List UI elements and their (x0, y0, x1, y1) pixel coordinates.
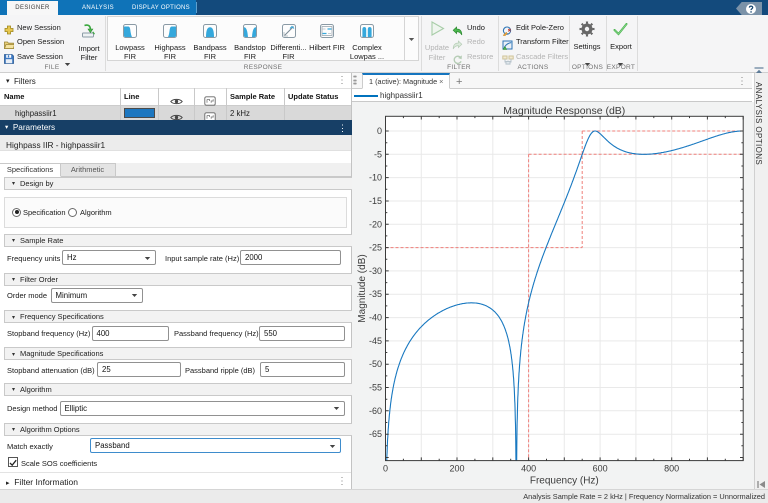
svg-text:-50: -50 (369, 359, 382, 369)
svg-text:400: 400 (521, 464, 536, 474)
svg-text:-55: -55 (369, 383, 382, 393)
svg-text:200: 200 (449, 464, 464, 474)
svg-text:0: 0 (377, 126, 382, 136)
svg-text:-45: -45 (369, 336, 382, 346)
svg-text:800: 800 (664, 464, 679, 474)
svg-text:-30: -30 (369, 266, 382, 276)
svg-text:-65: -65 (369, 429, 382, 439)
svg-text:Frequency (Hz): Frequency (Hz) (530, 476, 599, 487)
svg-text:-10: -10 (369, 173, 382, 183)
svg-text:-5: -5 (374, 149, 382, 159)
svg-text:0: 0 (383, 464, 388, 474)
svg-text:-25: -25 (369, 243, 382, 253)
svg-text:-40: -40 (369, 313, 382, 323)
svg-text:-15: -15 (369, 196, 382, 206)
svg-text:-35: -35 (369, 289, 382, 299)
svg-text:Magnitude (dB): Magnitude (dB) (357, 254, 368, 322)
svg-text:Magnitude Response (dB): Magnitude Response (dB) (503, 105, 625, 117)
svg-text:600: 600 (593, 464, 608, 474)
svg-text:-20: -20 (369, 219, 382, 229)
svg-text:-60: -60 (369, 406, 382, 416)
